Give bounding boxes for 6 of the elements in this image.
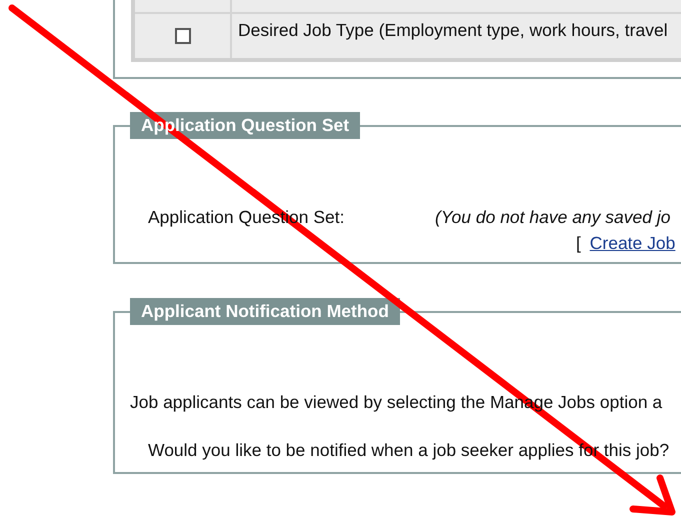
empty-message: (You do not have any saved jo — [435, 207, 670, 228]
option-label: Desired Job Type (Employment type, work hours, travel — [238, 20, 668, 40]
create-link[interactable]: Create Job — [590, 233, 676, 253]
checkbox[interactable] — [174, 28, 190, 44]
section-title: Applicant Notification Method — [130, 298, 400, 325]
bracket: [ — [576, 233, 581, 253]
